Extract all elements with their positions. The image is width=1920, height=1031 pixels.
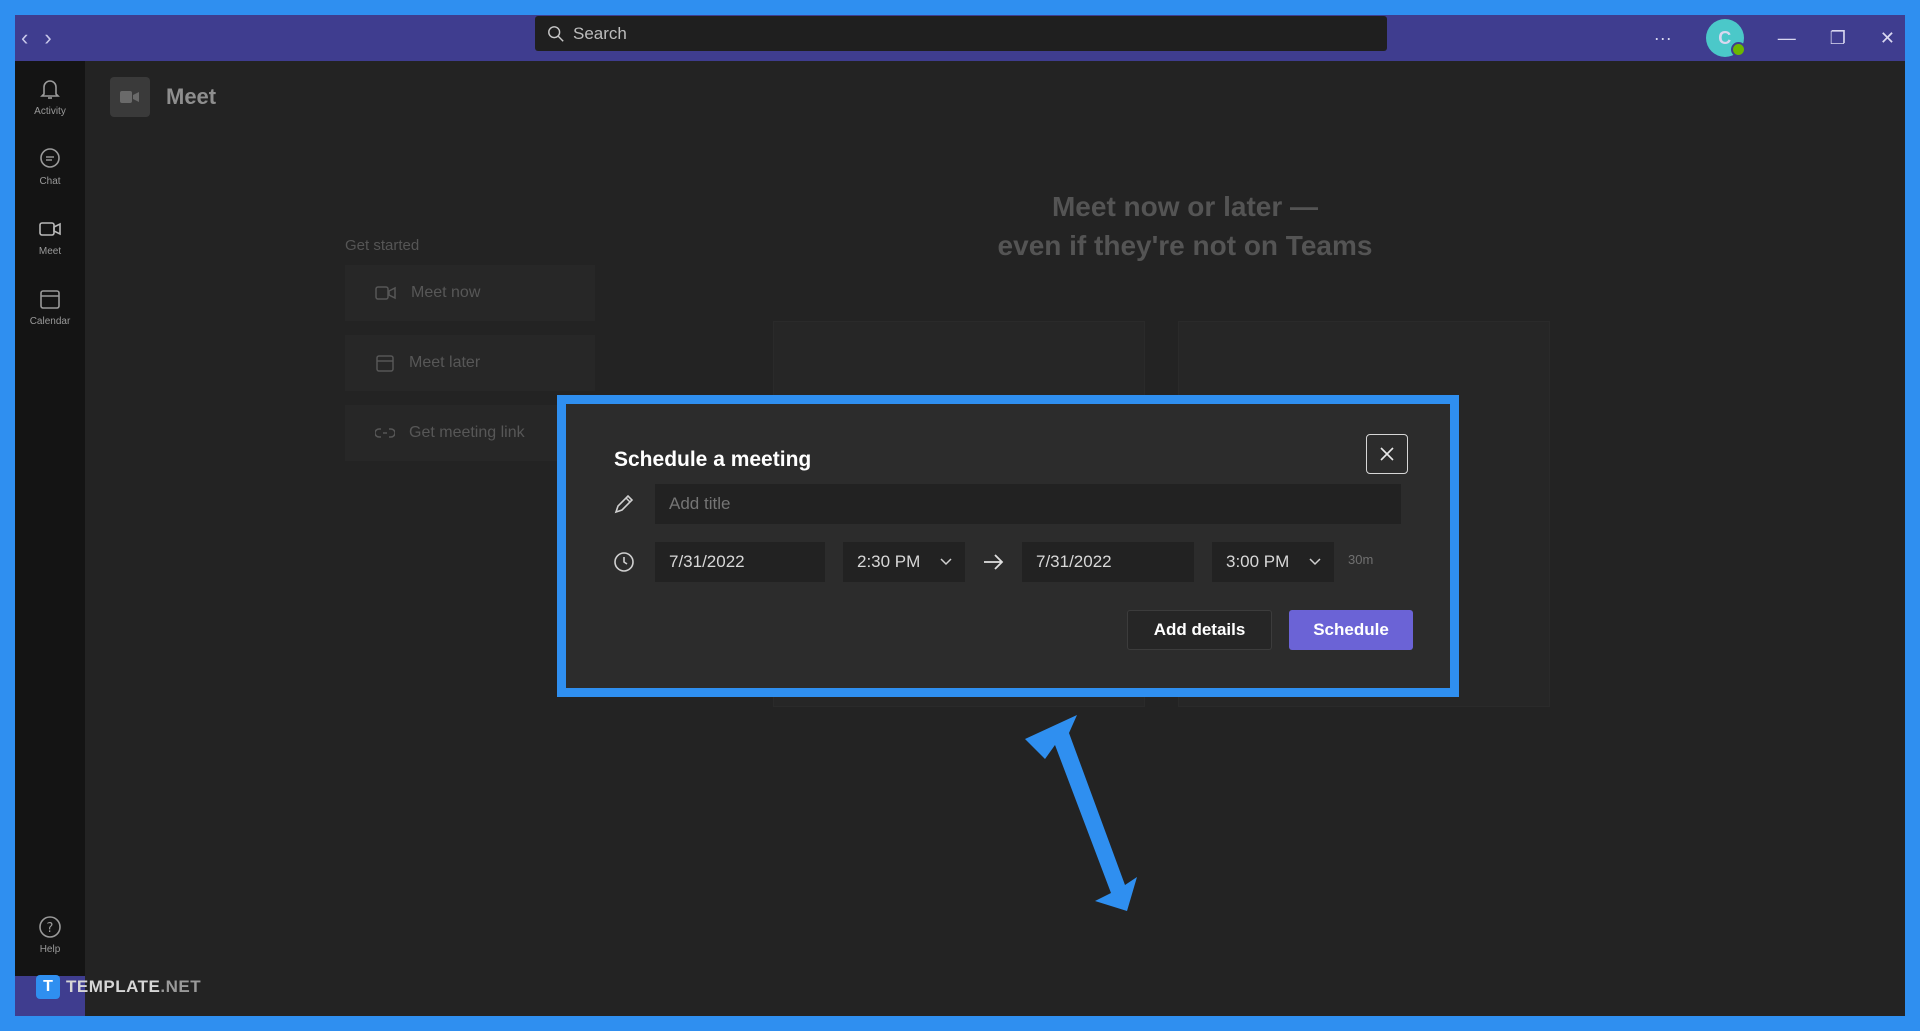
- watermark-text: TEMPLATE.NET: [66, 977, 201, 997]
- rail-label: Calendar: [29, 316, 71, 327]
- duration-label: 30m: [1348, 552, 1374, 567]
- get-started-heading: Get started: [345, 237, 420, 254]
- pencil-icon: [614, 494, 634, 514]
- hero-text: Meet now or later — even if they're not …: [955, 187, 1415, 265]
- rail-item-meet[interactable]: Meet: [15, 215, 85, 257]
- rail-item-chat[interactable]: Chat: [15, 145, 85, 187]
- search-placeholder: Search: [573, 23, 627, 43]
- highlight-frame: Schedule a meeting 7/31/2022 2:30 PM 7/3…: [557, 395, 1459, 697]
- calendar-icon: [40, 290, 60, 309]
- search-input[interactable]: Search: [535, 16, 1387, 51]
- maximize-icon[interactable]: ❐: [1830, 28, 1846, 49]
- close-icon: [1380, 447, 1394, 461]
- rail-label: Activity: [34, 106, 66, 117]
- video-icon: [375, 286, 396, 300]
- avatar-initial: C: [1718, 27, 1732, 48]
- start-date-value: 7/31/2022: [669, 552, 745, 571]
- app-window: ‹ › Search ··· C — ❐ ✕ Activity Chat Mee…: [15, 15, 1905, 1016]
- template-logo-icon: T: [36, 975, 60, 999]
- help-icon: ?: [39, 916, 61, 938]
- close-window-icon[interactable]: ✕: [1880, 28, 1895, 49]
- chevron-down-icon: [1309, 558, 1321, 566]
- clock-icon: [614, 552, 634, 572]
- end-date-value: 7/31/2022: [1036, 552, 1112, 571]
- title-input[interactable]: [655, 484, 1401, 524]
- start-time-select[interactable]: 2:30 PM: [843, 542, 965, 582]
- schedule-meeting-dialog: Schedule a meeting 7/31/2022 2:30 PM 7/3…: [566, 404, 1450, 688]
- arrow-right-icon: [984, 554, 1004, 570]
- chevron-down-icon: [940, 558, 952, 566]
- end-time-select[interactable]: 3:00 PM: [1212, 542, 1334, 582]
- watermark: T TEMPLATE.NET: [36, 975, 201, 999]
- calendar-icon: [376, 355, 394, 372]
- get-meeting-link-label: Get meeting link: [409, 424, 525, 441]
- app-rail: Activity Chat Meet Calendar ? Help: [15, 61, 85, 1016]
- bell-icon: [40, 80, 60, 99]
- rail-item-help[interactable]: ? Help: [15, 913, 85, 955]
- more-options-icon[interactable]: ···: [1654, 28, 1672, 49]
- end-date-field[interactable]: 7/31/2022: [1022, 542, 1194, 582]
- schedule-button[interactable]: Schedule: [1289, 610, 1413, 650]
- link-icon: [375, 428, 395, 438]
- meet-later-button[interactable]: Meet later: [345, 335, 595, 391]
- avatar[interactable]: C: [1705, 19, 1746, 57]
- title-bar: ‹ › Search ··· C — ❐ ✕: [15, 15, 1905, 61]
- rail-label: Meet: [38, 246, 62, 257]
- chat-icon: [40, 148, 60, 168]
- hero-line-1: Meet now or later —: [1051, 191, 1319, 222]
- forward-arrow-icon[interactable]: ›: [44, 27, 51, 49]
- start-date-field[interactable]: 7/31/2022: [655, 542, 825, 582]
- window-controls: ··· C — ❐ ✕: [1654, 15, 1905, 61]
- pointer-arrow-icon: [1025, 715, 1137, 911]
- rail-item-activity[interactable]: Activity: [15, 75, 85, 117]
- end-time-value: 3:00 PM: [1226, 552, 1290, 571]
- search-icon: [548, 25, 564, 42]
- page-title: Meet: [166, 84, 217, 109]
- add-details-button[interactable]: Add details: [1127, 610, 1272, 650]
- meet-header-icon: [110, 77, 150, 117]
- video-icon: [120, 91, 139, 103]
- rail-label: Help: [39, 944, 61, 955]
- video-icon: [39, 222, 61, 236]
- minimize-icon[interactable]: —: [1778, 28, 1796, 49]
- history-nav: ‹ ›: [15, 15, 52, 61]
- watermark-brand: TEMPLATE: [66, 977, 161, 996]
- meet-now-button[interactable]: Meet now: [345, 265, 595, 321]
- watermark-suffix: .NET: [160, 977, 202, 996]
- back-arrow-icon[interactable]: ‹: [21, 27, 28, 49]
- meet-now-label: Meet now: [411, 284, 481, 301]
- rail-label: Chat: [39, 176, 61, 187]
- hero-line-2: even if they're not on Teams: [997, 230, 1373, 261]
- rail-item-calendar[interactable]: Calendar: [15, 285, 85, 327]
- close-dialog-button[interactable]: [1366, 434, 1408, 474]
- meet-later-label: Meet later: [409, 354, 481, 371]
- svg-text:?: ?: [47, 921, 54, 936]
- start-time-value: 2:30 PM: [857, 552, 921, 571]
- page-header: Meet: [110, 77, 216, 117]
- dialog-title: Schedule a meeting: [614, 448, 812, 471]
